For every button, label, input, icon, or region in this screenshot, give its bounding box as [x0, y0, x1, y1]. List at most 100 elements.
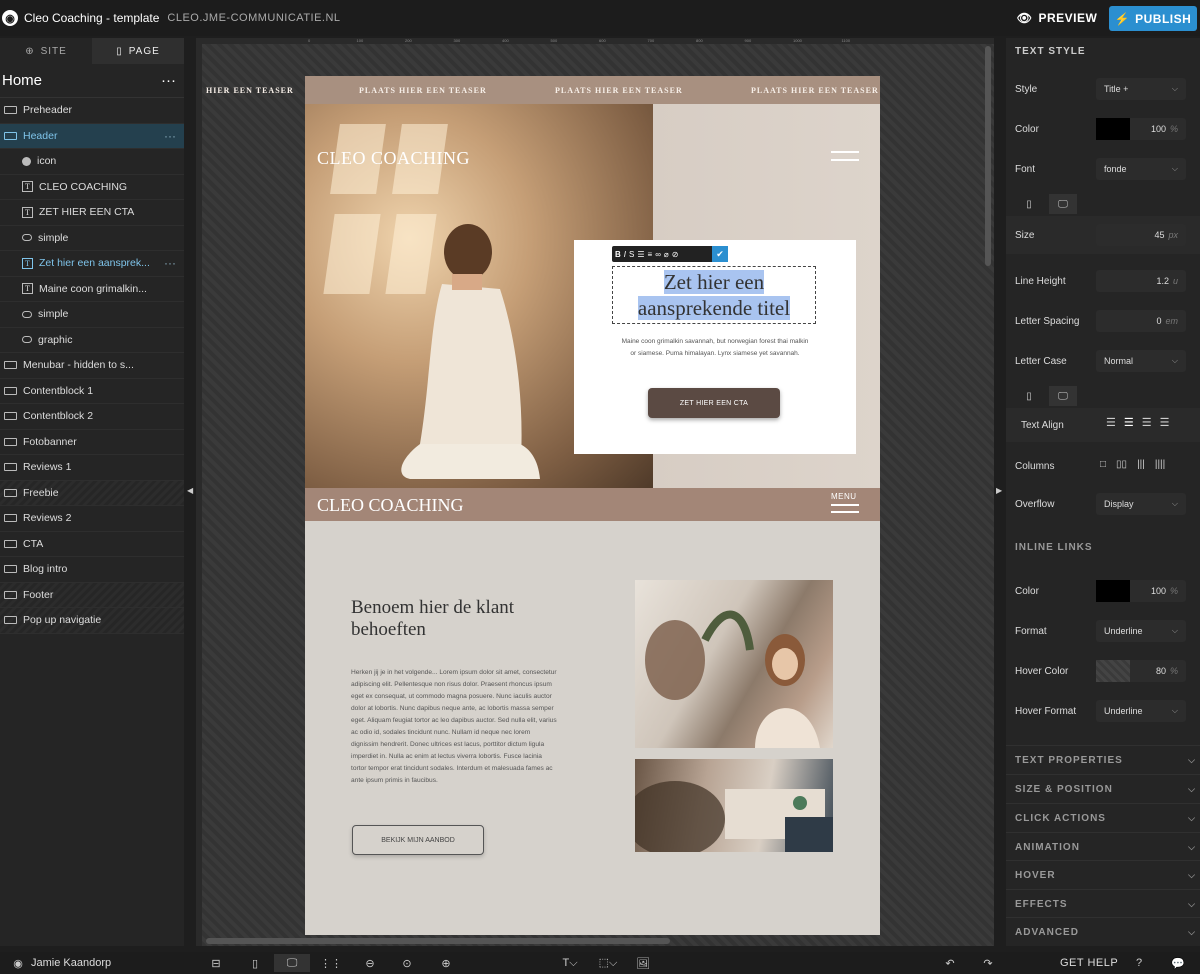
- redo-icon[interactable]: ↷: [980, 954, 996, 972]
- four-column-icon[interactable]: ||||: [1155, 459, 1165, 470]
- coaching-session-photo[interactable]: [635, 580, 833, 748]
- hero-cta-button[interactable]: ZET HIER EEN CTA: [648, 388, 780, 418]
- clear-format-icon[interactable]: ⊘: [672, 250, 679, 259]
- layer-body-text[interactable]: T Maine coon grimalkin...: [0, 277, 184, 302]
- teaser-text[interactable]: PLAATS HIER EEN TEASER: [751, 86, 879, 95]
- grid-icon[interactable]: ⋮⋮: [320, 954, 342, 972]
- size-value[interactable]: 45: [1154, 230, 1164, 240]
- menubar-section[interactable]: CLEO COACHING MENU: [305, 488, 880, 521]
- layer-cta[interactable]: CTA: [0, 532, 184, 557]
- layer-header[interactable]: Header ···: [0, 123, 184, 149]
- layer-popup-navigatie[interactable]: Pop up navigatie: [0, 608, 184, 634]
- align-right-icon[interactable]: ☰: [1142, 416, 1152, 429]
- hero-card[interactable]: B I S ☰ ≡ ∞ ⌀ ⊘ ✔ Zet hier een aanspreke…: [574, 240, 856, 454]
- link-color-swatch[interactable]: [1096, 580, 1130, 602]
- layer-freebie[interactable]: Freebie: [0, 480, 184, 506]
- zoom-out-icon[interactable]: ⊖: [361, 954, 379, 972]
- hover-format-dropdown[interactable]: Underline ⌵: [1096, 700, 1186, 722]
- two-column-icon[interactable]: ▯▯: [1116, 459, 1127, 470]
- site-logo[interactable]: CLEO COACHING: [317, 148, 470, 169]
- mobile-icon[interactable]: ▯: [1015, 194, 1043, 214]
- bold-icon[interactable]: B: [615, 250, 621, 259]
- undo-icon[interactable]: ↶: [942, 954, 958, 972]
- view-offer-button[interactable]: BEKIJK MIJN AANBOD: [352, 825, 484, 855]
- layer-simple[interactable]: simple: [0, 226, 184, 251]
- hero-body-text[interactable]: Maine coon grimalkin savannah, but norwe…: [620, 336, 810, 360]
- header-section[interactable]: CLEO COACHING B I S ☰ ≡ ∞ ⌀ ⊘ ✔ Zet hier…: [305, 104, 880, 488]
- layer-cleo-coaching[interactable]: T CLEO COACHING: [0, 175, 184, 200]
- unlink-icon[interactable]: ⌀: [664, 250, 669, 259]
- teaser-text[interactable]: PLAATS HIER EEN TEASER: [555, 86, 683, 95]
- layer-blog-intro[interactable]: Blog intro: [0, 557, 184, 583]
- overflow-dropdown[interactable]: Display ⌵: [1096, 493, 1186, 515]
- layer-title-text[interactable]: T Zet hier een aansprek... ···: [0, 251, 184, 277]
- preheader-section[interactable]: PLAATS HIER EEN TEASER PLAATS HIER EEN T…: [305, 76, 880, 104]
- add-text-icon[interactable]: T⌵: [558, 954, 582, 972]
- project-domain[interactable]: CLEO.JME-COMMUNICATIE.NL: [167, 12, 340, 24]
- align-center-icon[interactable]: ☰: [1124, 416, 1134, 429]
- user-name[interactable]: Jamie Kaandorp: [31, 954, 111, 972]
- accordion-effects[interactable]: EFFECTS ⌵: [1006, 889, 1200, 918]
- mobile-icon[interactable]: ▯: [1015, 386, 1043, 406]
- layer-simple-2[interactable]: simple: [0, 302, 184, 328]
- contentblock-1-section[interactable]: Benoem hier de klant behoeften Herken ji…: [305, 521, 880, 935]
- color-swatch[interactable]: [1096, 118, 1130, 140]
- font-dropdown[interactable]: fonde ⌵: [1096, 158, 1186, 180]
- mobile-view-icon[interactable]: ▯: [246, 954, 264, 972]
- tab-site[interactable]: ⊕ SITE: [0, 38, 92, 64]
- coaching-session-photo-2[interactable]: [635, 759, 833, 852]
- canvas-horizontal-scrollbar[interactable]: [206, 938, 670, 944]
- teaser-text[interactable]: PLAATS HIER EEN TEASER: [359, 86, 487, 95]
- hover-color-opacity-value[interactable]: 80: [1156, 666, 1166, 676]
- add-image-icon[interactable]: 🖼: [634, 954, 652, 972]
- layer-fotobanner[interactable]: Fotobanner: [0, 430, 184, 455]
- hero-title-selection[interactable]: Zet hier een aansprekende titel: [637, 270, 791, 320]
- letter-spacing-input[interactable]: 0 em: [1096, 310, 1186, 332]
- link-color-opacity-value[interactable]: 100: [1151, 586, 1166, 596]
- hover-color-swatch[interactable]: [1096, 660, 1130, 682]
- collapse-left-panel-icon[interactable]: ◀: [187, 486, 193, 495]
- layer-contentblock-2[interactable]: Contentblock 2: [0, 404, 184, 430]
- bullet-list-icon[interactable]: ☰: [637, 250, 644, 259]
- chat-icon[interactable]: 💬: [1170, 954, 1186, 972]
- accordion-click-actions[interactable]: CLICK ACTIONS ⌵: [1006, 803, 1200, 832]
- layer-reviews-1[interactable]: Reviews 1: [0, 455, 184, 481]
- preview-button[interactable]: 👁 PREVIEW: [1012, 6, 1102, 30]
- layer-preheader[interactable]: Preheader: [0, 98, 184, 124]
- strikethrough-icon[interactable]: S: [629, 250, 634, 259]
- numbered-list-icon[interactable]: ≡: [648, 250, 653, 259]
- confirm-check-icon[interactable]: ✔: [712, 246, 728, 262]
- one-column-icon[interactable]: □: [1100, 459, 1106, 470]
- accordion-text-properties[interactable]: TEXT PROPERTIES ⌵: [1006, 745, 1200, 774]
- zoom-in-icon[interactable]: ⊕: [437, 954, 455, 972]
- line-height-value[interactable]: 1.2: [1156, 276, 1169, 286]
- link-icon[interactable]: ∞: [655, 250, 661, 259]
- page-selector[interactable]: Home ···: [0, 64, 184, 98]
- italic-icon[interactable]: I: [624, 250, 626, 259]
- more-icon[interactable]: ···: [164, 129, 176, 143]
- layer-graphic[interactable]: graphic: [0, 328, 184, 353]
- desktop-icon[interactable]: 🖵: [1049, 386, 1077, 406]
- layer-menubar[interactable]: Menubar - hidden to s...: [0, 353, 184, 379]
- menu-label[interactable]: MENU: [831, 492, 857, 501]
- more-icon[interactable]: ···: [164, 256, 176, 270]
- accordion-size-position[interactable]: SIZE & POSITION ⌵: [1006, 774, 1200, 803]
- accordion-advanced[interactable]: ADVANCED ⌵: [1006, 917, 1200, 946]
- desktop-view-icon[interactable]: 🖵: [274, 954, 310, 972]
- layer-reviews-2[interactable]: Reviews 2: [0, 506, 184, 532]
- layer-cta-text[interactable]: T ZET HIER EEN CTA: [0, 200, 184, 226]
- color-picker[interactable]: 100 %: [1096, 118, 1186, 140]
- content-heading[interactable]: Benoem hier de klant behoeften: [351, 597, 581, 641]
- zoom-fit-icon[interactable]: ⊙: [398, 954, 416, 972]
- app-logo-icon[interactable]: ◉: [2, 10, 18, 26]
- style-dropdown[interactable]: Title + ⌵: [1096, 78, 1186, 100]
- content-body-text[interactable]: Herken jij je in het volgende... Lorem i…: [351, 667, 559, 787]
- layer-contentblock-1[interactable]: Contentblock 1: [0, 379, 184, 404]
- line-height-input[interactable]: 1.2 u: [1096, 270, 1186, 292]
- letter-spacing-value[interactable]: 0: [1156, 316, 1161, 326]
- help-doc-icon[interactable]: ?: [1132, 954, 1146, 972]
- size-input[interactable]: 45 px: [1096, 224, 1186, 246]
- hover-color-picker[interactable]: 80 %: [1096, 660, 1186, 682]
- accordion-animation[interactable]: ANIMATION ⌵: [1006, 832, 1200, 861]
- color-opacity-value[interactable]: 100: [1151, 124, 1166, 134]
